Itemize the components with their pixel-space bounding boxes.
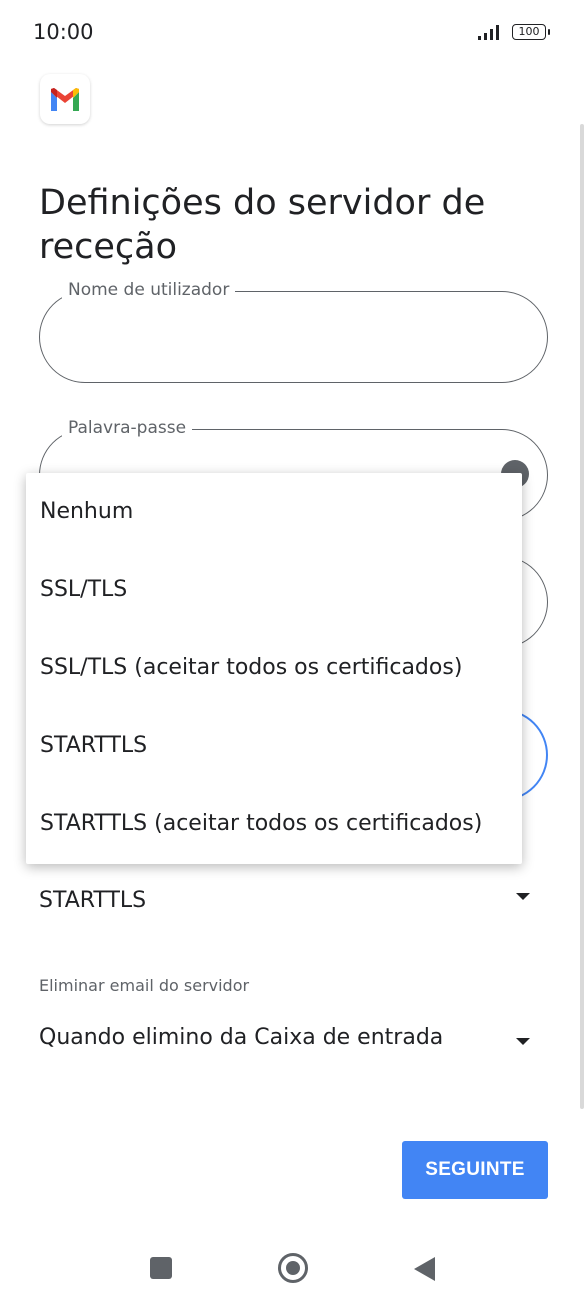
security-type-value: STARTTLS	[39, 888, 147, 913]
delete-email-select[interactable]: Quando elimino da Caixa de entrada	[39, 1021, 548, 1061]
back-icon[interactable]	[414, 1257, 435, 1281]
signal-icon	[478, 25, 499, 40]
username-field[interactable]: Nome de utilizador	[39, 280, 548, 383]
menu-item-ssl-tls[interactable]: SSL/TLS	[26, 551, 522, 629]
scrollbar[interactable]	[580, 124, 584, 1109]
menu-item-ssl-tls-accept-all[interactable]: SSL/TLS (aceitar todos os certificados)	[26, 629, 522, 707]
gmail-logo-icon	[40, 74, 90, 124]
next-button[interactable]: SEGUINTE	[402, 1141, 548, 1199]
menu-item-starttls[interactable]: STARTTLS	[26, 707, 522, 785]
navigation-bar	[0, 1230, 587, 1306]
delete-email-label: Eliminar email do servidor	[39, 976, 250, 995]
chevron-down-icon	[516, 1038, 530, 1045]
security-type-menu: Nenhum SSL/TLS SSL/TLS (aceitar todos os…	[26, 473, 522, 864]
chevron-down-icon	[516, 893, 530, 900]
status-time: 10:00	[33, 20, 94, 44]
menu-item-nenhum[interactable]: Nenhum	[26, 473, 522, 551]
battery-icon: 100	[512, 24, 550, 40]
password-label: Palavra-passe	[62, 418, 193, 438]
recents-icon[interactable]	[150, 1257, 172, 1279]
username-input[interactable]	[64, 322, 488, 354]
username-label: Nome de utilizador	[62, 280, 236, 300]
delete-email-value: Quando elimino da Caixa de entrada	[39, 1025, 444, 1050]
status-bar: 10:00 100	[0, 0, 587, 64]
page-title: Definições do servidor de receção	[39, 183, 486, 268]
home-icon[interactable]	[278, 1253, 308, 1283]
security-type-select[interactable]: STARTTLS	[39, 884, 548, 924]
menu-item-starttls-accept-all[interactable]: STARTTLS (aceitar todos os certificados)	[26, 785, 522, 863]
